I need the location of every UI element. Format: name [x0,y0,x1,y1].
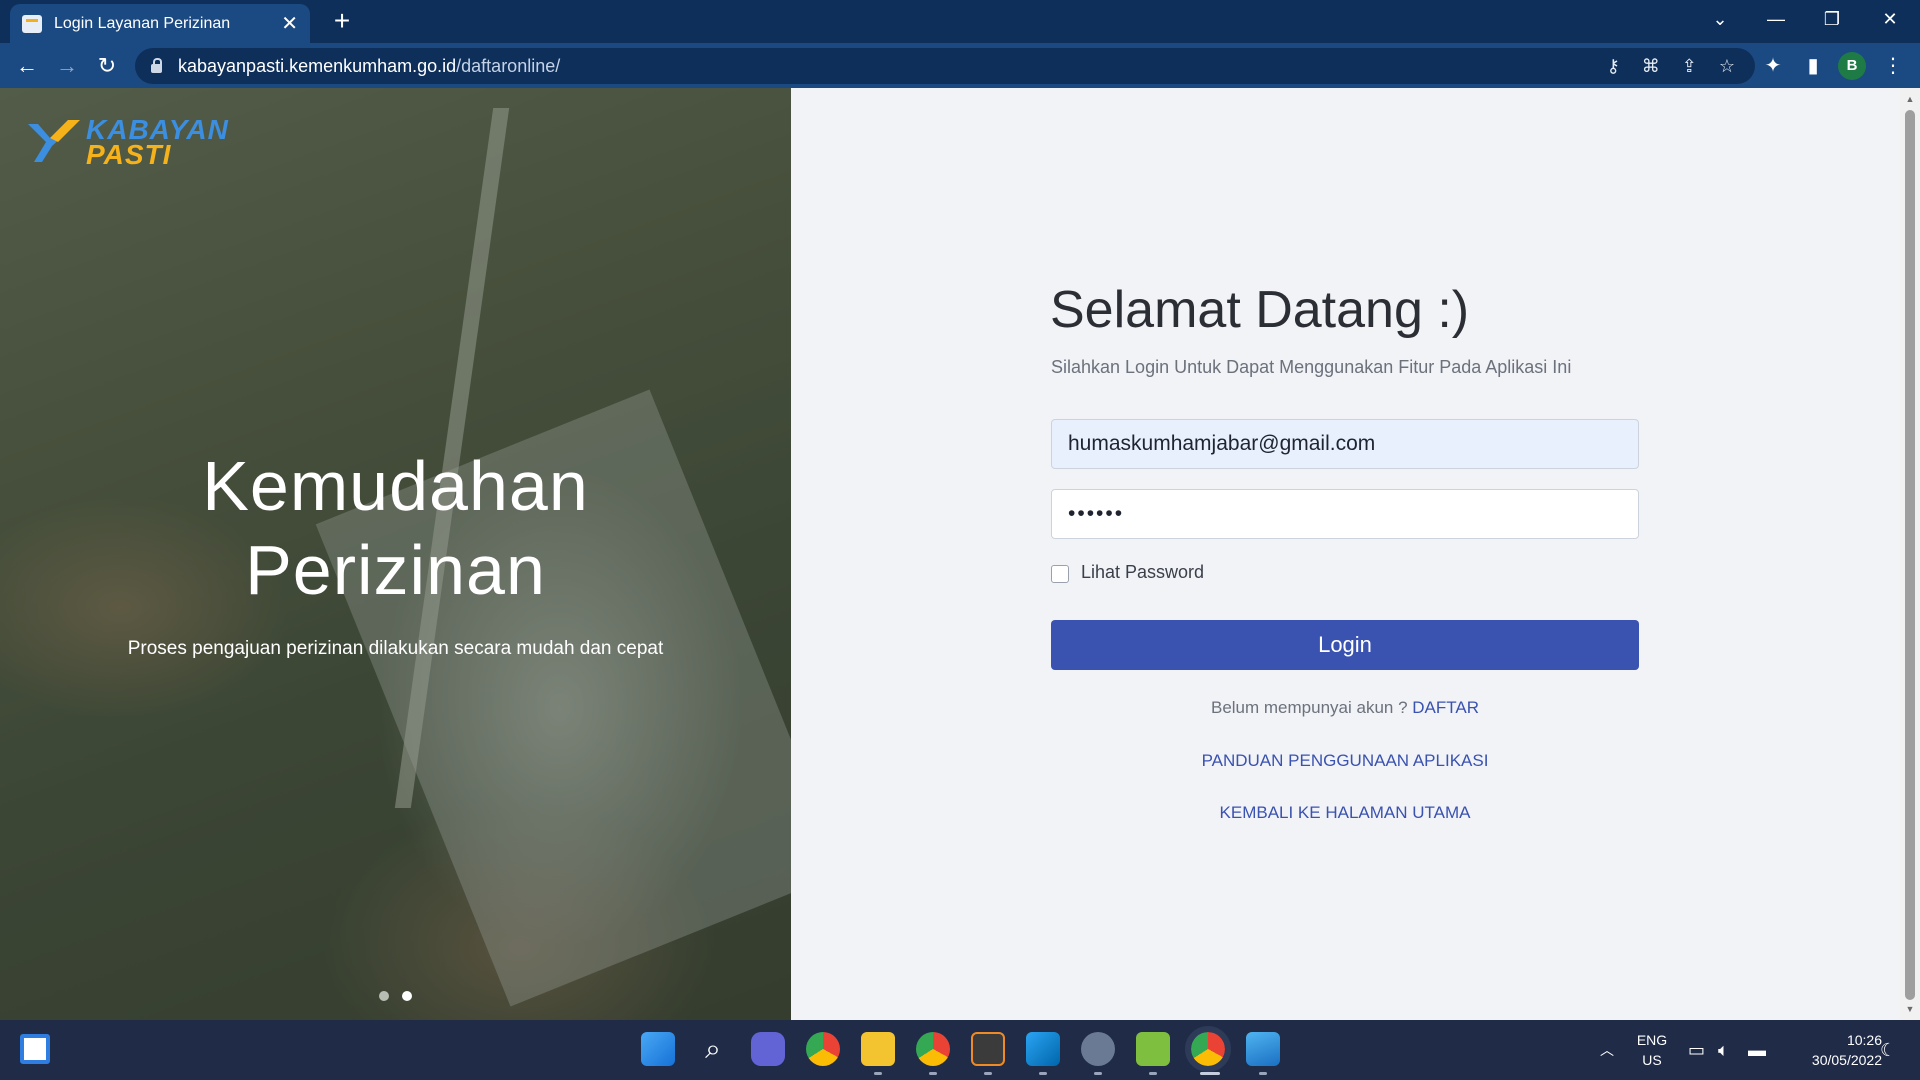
address-bar-actions: ⚷ ⌘ ⇪ ☆ [1607,48,1735,84]
hero-subtitle: Proses pengajuan perizinan dilakukan sec… [127,638,664,659]
hero-title-line1: Kemudahan [202,447,589,525]
menu-kebab-icon[interactable]: ⋮ [1876,49,1910,83]
sublime-text-icon[interactable] [971,1032,1005,1066]
login-instruction: Silahkan Login Untuk Dapat Menggunakan F… [1051,357,1572,377]
welcome-heading: Selamat Datang :) [1050,281,1470,339]
file-explorer-icon[interactable] [861,1032,895,1066]
logo-text-pasti: PASTI [86,139,172,170]
vscode-icon[interactable] [1026,1032,1060,1066]
network-icon[interactable]: ▭ [1688,1020,1705,1080]
carousel-dot-1[interactable] [379,991,389,1001]
clock-time: 10:26 [1846,1032,1882,1048]
close-window-button[interactable]: ✕ [1862,0,1918,40]
minimize-button[interactable]: — [1748,0,1804,40]
windows-taskbar: ⌕ ︿ ENG US ▭ 🔈︎ ▬ 10:26 30/05/2022 ☾ [0,1020,1920,1080]
search-icon[interactable]: ⌕ [696,1032,730,1066]
tray-overflow-chevron-icon[interactable]: ︿ [1600,1020,1614,1080]
clock-date: 30/05/2022 [1811,1052,1882,1068]
login-panel [791,88,1900,1020]
hero-title-line2: Perizinan [245,531,546,609]
translate-icon[interactable]: ⌘ [1642,56,1660,77]
show-password-label[interactable]: Lihat Password [1081,562,1204,583]
system-clock[interactable]: 10:26 30/05/2022 [1782,1030,1882,1070]
kabayan-pasti-logo[interactable]: KABAYAN PASTI [24,112,244,170]
profile-avatar[interactable]: B [1838,52,1866,80]
login-button[interactable]: Login [1051,620,1639,670]
chrome-profile-k-icon[interactable] [916,1032,950,1066]
chrome-profile-b-icon[interactable] [1185,1026,1231,1072]
browser-tab[interactable]: Login Layanan Perizinan ✕ [10,4,310,43]
key-icon[interactable]: ⚷ [1607,56,1620,77]
restore-button[interactable]: ❐ [1804,0,1860,40]
reload-button[interactable]: ↻ [90,49,124,83]
browser-toolbar: ← → ↻ kabayanpasti.kemenkumham.go.id/daf… [0,43,1920,88]
spreadsheet-app-icon[interactable] [1136,1032,1170,1066]
forward-button[interactable]: → [50,49,84,83]
teams-chat-icon[interactable] [751,1032,785,1066]
tab-title: Login Layanan Perizinan [54,14,231,32]
tab-search-chevron-icon[interactable]: ⌄ [1692,0,1748,40]
scroll-down-arrow-icon[interactable]: ▼ [1900,1004,1920,1014]
register-link[interactable]: DAFTAR [1412,698,1479,717]
bookmark-star-icon[interactable]: ☆ [1719,56,1735,77]
new-tab-button[interactable]: + [325,4,359,38]
side-panel-icon[interactable]: ▮ [1796,49,1830,83]
carousel-dot-2[interactable] [402,991,412,1001]
lock-icon[interactable] [151,58,162,73]
start-windows-icon[interactable] [641,1032,675,1066]
browser-tab-strip: Login Layanan Perizinan ✕ + ⌄ — ❐ ✕ [0,0,1920,43]
input-language-indicator[interactable]: ENG US [1634,1030,1670,1070]
logo-mark-icon [28,120,80,162]
chrome-icon[interactable] [806,1032,840,1066]
address-bar[interactable]: kabayanpasti.kemenkumham.go.id/daftaronl… [135,48,1755,84]
photos-icon[interactable] [1246,1032,1280,1066]
show-password-checkbox[interactable] [1051,565,1069,583]
email-input[interactable] [1051,419,1639,469]
page-scrollbar[interactable]: ▲ ▼ [1900,88,1920,1020]
home-link[interactable]: KEMBALI KE HALAMAN UTAMA [1051,803,1639,823]
url-text: kabayanpasti.kemenkumham.go.id/daftaronl… [178,55,561,76]
register-prompt: Belum mempunyai akun ? DAFTAR [1051,698,1639,718]
scrollbar-thumb[interactable] [1905,110,1915,1000]
share-icon[interactable]: ⇪ [1682,56,1697,77]
no-account-text: Belum mempunyai akun ? [1210,698,1413,717]
volume-icon[interactable]: 🔈︎ [1718,1020,1729,1080]
back-button[interactable]: ← [10,49,44,83]
site-favicon-icon [22,14,42,33]
close-tab-icon[interactable]: ✕ [281,14,298,34]
focus-assist-moon-icon[interactable]: ☾ [1880,1020,1896,1080]
scroll-up-arrow-icon[interactable]: ▲ [1900,94,1920,104]
extensions-puzzle-icon[interactable]: ✦ [1756,49,1790,83]
password-input[interactable] [1051,489,1639,539]
guide-link[interactable]: PANDUAN PENGGUNAAN APLIKASI [1051,751,1639,771]
settings-gear-icon[interactable] [1081,1032,1115,1066]
battery-icon[interactable]: ▬ [1748,1020,1766,1080]
widgets-icon[interactable] [20,1034,50,1064]
